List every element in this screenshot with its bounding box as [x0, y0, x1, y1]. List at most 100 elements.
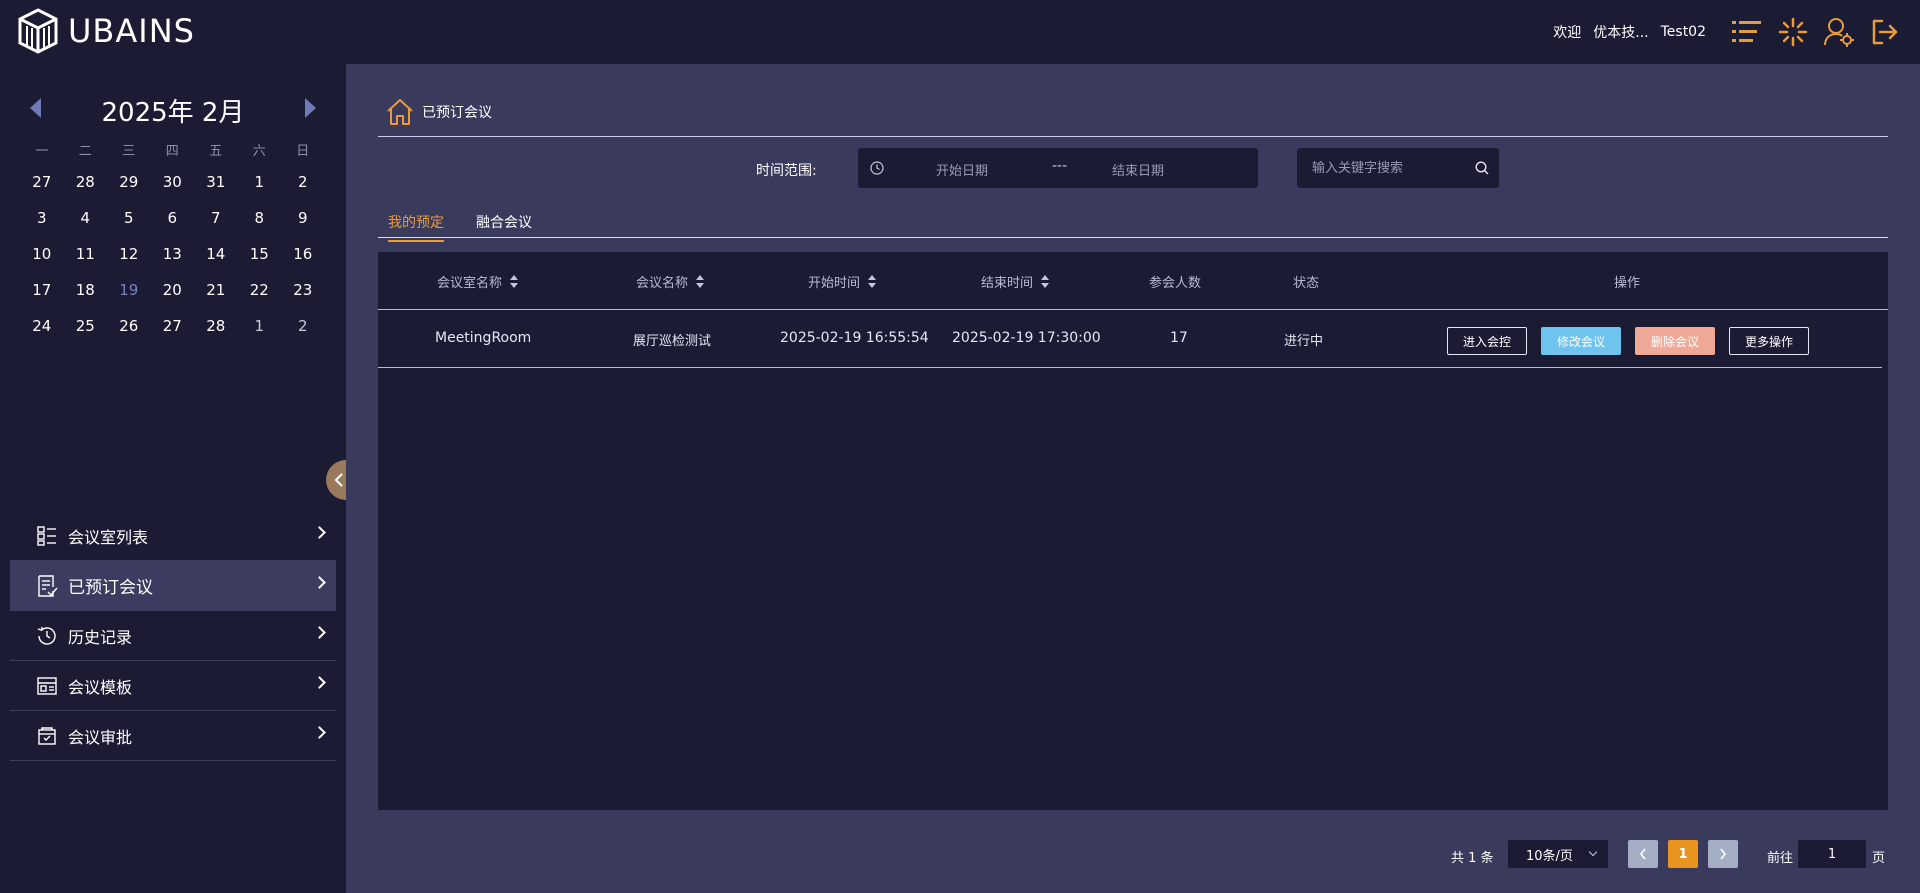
menu-list-icon[interactable]: [1730, 15, 1764, 49]
next-page-button[interactable]: [1708, 840, 1738, 868]
search-icon[interactable]: [1475, 160, 1489, 179]
chevron-right-icon: [313, 526, 326, 539]
calendar-day[interactable]: 3: [20, 209, 64, 227]
breadcrumb-current: 已预订会议: [422, 105, 492, 121]
weekday-label: 六: [252, 143, 266, 159]
calendar-day[interactable]: 7: [194, 209, 238, 227]
calendar-day[interactable]: 11: [64, 245, 108, 263]
search-input[interactable]: [1297, 148, 1467, 188]
tab-my-bookings[interactable]: 我的预定: [388, 212, 444, 242]
calendar-day[interactable]: 27: [20, 173, 64, 191]
chevron-down-icon: [1588, 847, 1598, 857]
chevron-right-icon: [313, 576, 326, 589]
calendar-day[interactable]: 27: [151, 317, 195, 335]
clock-icon: [870, 160, 884, 179]
calendar-day[interactable]: 21: [194, 281, 238, 299]
sidebar-item-history[interactable]: 历史记录: [10, 611, 336, 661]
calendar-day[interactable]: 25: [64, 317, 108, 335]
start-date-input[interactable]: 开始日期: [936, 160, 988, 179]
calendar-day[interactable]: 28: [64, 173, 108, 191]
more-actions-button[interactable]: 更多操作: [1729, 327, 1809, 355]
page-number-current[interactable]: 1: [1668, 840, 1698, 868]
date-range-separator: ---: [1052, 158, 1068, 174]
home-icon[interactable]: [386, 98, 414, 126]
company-name: 优本技...: [1593, 25, 1649, 41]
calendar-next-month-icon[interactable]: [305, 98, 316, 118]
calendar-week-row: 24 25 26 27 28 1 2: [20, 308, 325, 344]
column-header-status: 状态: [1293, 276, 1320, 291]
calendar-day[interactable]: 8: [238, 209, 282, 227]
calendar-day[interactable]: 16: [281, 245, 325, 263]
sidebar-item-templates[interactable]: 会议模板: [10, 661, 336, 711]
logout-icon[interactable]: [1868, 15, 1902, 49]
calendar-day[interactable]: 29: [107, 173, 151, 191]
calendar-grid: 一 二 三 四 五 六 日 27 28 29 30 31 1 2 3 4 5 6…: [20, 134, 325, 344]
sidebar-item-label: 会议模板: [68, 677, 133, 697]
column-header-start-time[interactable]: 开始时间: [808, 272, 877, 291]
calendar-day-next-month[interactable]: 1: [238, 317, 282, 335]
user-settings-icon[interactable]: [1822, 15, 1856, 49]
calendar-day[interactable]: 12: [107, 245, 151, 263]
username: Test02: [1660, 24, 1706, 40]
calendar-day[interactable]: 9: [281, 209, 325, 227]
tab-fusion-meetings[interactable]: 融合会议: [476, 212, 532, 240]
chevron-right-icon: [1720, 848, 1727, 860]
calendar-day[interactable]: 4: [64, 209, 108, 227]
cube-logo-icon: [18, 8, 58, 54]
calendar-day[interactable]: 31: [194, 173, 238, 191]
calendar-day-today[interactable]: 19: [107, 281, 151, 299]
time-range-label: 时间范围:: [756, 163, 817, 179]
welcome-text: 欢迎: [1553, 25, 1582, 41]
sort-icon[interactable]: [1041, 274, 1050, 289]
date-range-picker[interactable]: 开始日期 --- 结束日期: [858, 148, 1258, 188]
breadcrumb: 已预订会议: [386, 98, 492, 126]
column-header-end-time[interactable]: 结束时间: [981, 272, 1050, 291]
calendar-day[interactable]: 13: [151, 245, 195, 263]
cell-end-time: 2025-02-19 17:30:00: [952, 330, 1101, 346]
calendar-day[interactable]: 1: [238, 173, 282, 191]
chevron-right-icon: [313, 726, 326, 739]
calendar-day[interactable]: 2: [281, 173, 325, 191]
sidebar-item-room-list[interactable]: 会议室列表: [10, 511, 336, 561]
column-header-meeting-name[interactable]: 会议名称: [636, 272, 705, 291]
column-header-room[interactable]: 会议室名称: [437, 272, 519, 291]
goto-unit: 页: [1872, 851, 1886, 866]
sort-icon[interactable]: [510, 274, 519, 289]
calendar-day[interactable]: 24: [20, 317, 64, 335]
sort-icon[interactable]: [868, 274, 877, 289]
brand-logo[interactable]: UBAINS: [18, 8, 195, 54]
goto-page-input[interactable]: [1798, 840, 1866, 868]
loading-spinner-icon[interactable]: [1776, 15, 1810, 49]
calendar-day[interactable]: 17: [20, 281, 64, 299]
sidebar-item-booked-meetings[interactable]: 已预订会议: [10, 561, 336, 611]
prev-page-button[interactable]: [1628, 840, 1658, 868]
list-icon: [36, 525, 58, 547]
brand-name: UBAINS: [68, 12, 195, 50]
weekday-label: 二: [78, 143, 92, 159]
calendar-day[interactable]: 23: [281, 281, 325, 299]
delete-meeting-button[interactable]: 删除会议: [1635, 327, 1715, 355]
calendar-day[interactable]: 6: [151, 209, 195, 227]
calendar-day[interactable]: 10: [20, 245, 64, 263]
calendar-day[interactable]: 5: [107, 209, 151, 227]
sort-icon[interactable]: [696, 274, 705, 289]
chevron-right-icon: [313, 676, 326, 689]
page-size-select[interactable]: 10条/页: [1508, 840, 1608, 868]
sidebar-item-approval[interactable]: 会议审批: [10, 711, 336, 761]
calendar-day[interactable]: 22: [238, 281, 282, 299]
calendar-day[interactable]: 15: [238, 245, 282, 263]
calendar-day[interactable]: 30: [151, 173, 195, 191]
calendar-day[interactable]: 18: [64, 281, 108, 299]
sidebar-item-label: 历史记录: [68, 627, 133, 647]
calendar-day[interactable]: 26: [107, 317, 151, 335]
enter-control-button[interactable]: 进入会控: [1447, 327, 1527, 355]
cell-status: 进行中: [1284, 334, 1324, 349]
calendar-day-next-month[interactable]: 2: [281, 317, 325, 335]
calendar-day[interactable]: 28: [194, 317, 238, 335]
calendar-day[interactable]: 14: [194, 245, 238, 263]
edit-meeting-button[interactable]: 修改会议: [1541, 327, 1621, 355]
main-content: 已预订会议 时间范围: 开始日期 --- 结束日期 我的预定 融合会议 会议室名…: [346, 64, 1920, 893]
calendar-day[interactable]: 20: [151, 281, 195, 299]
end-date-input[interactable]: 结束日期: [1112, 160, 1164, 179]
pagination: 共 1 条 10条/页 1 前往 页: [346, 840, 1920, 870]
